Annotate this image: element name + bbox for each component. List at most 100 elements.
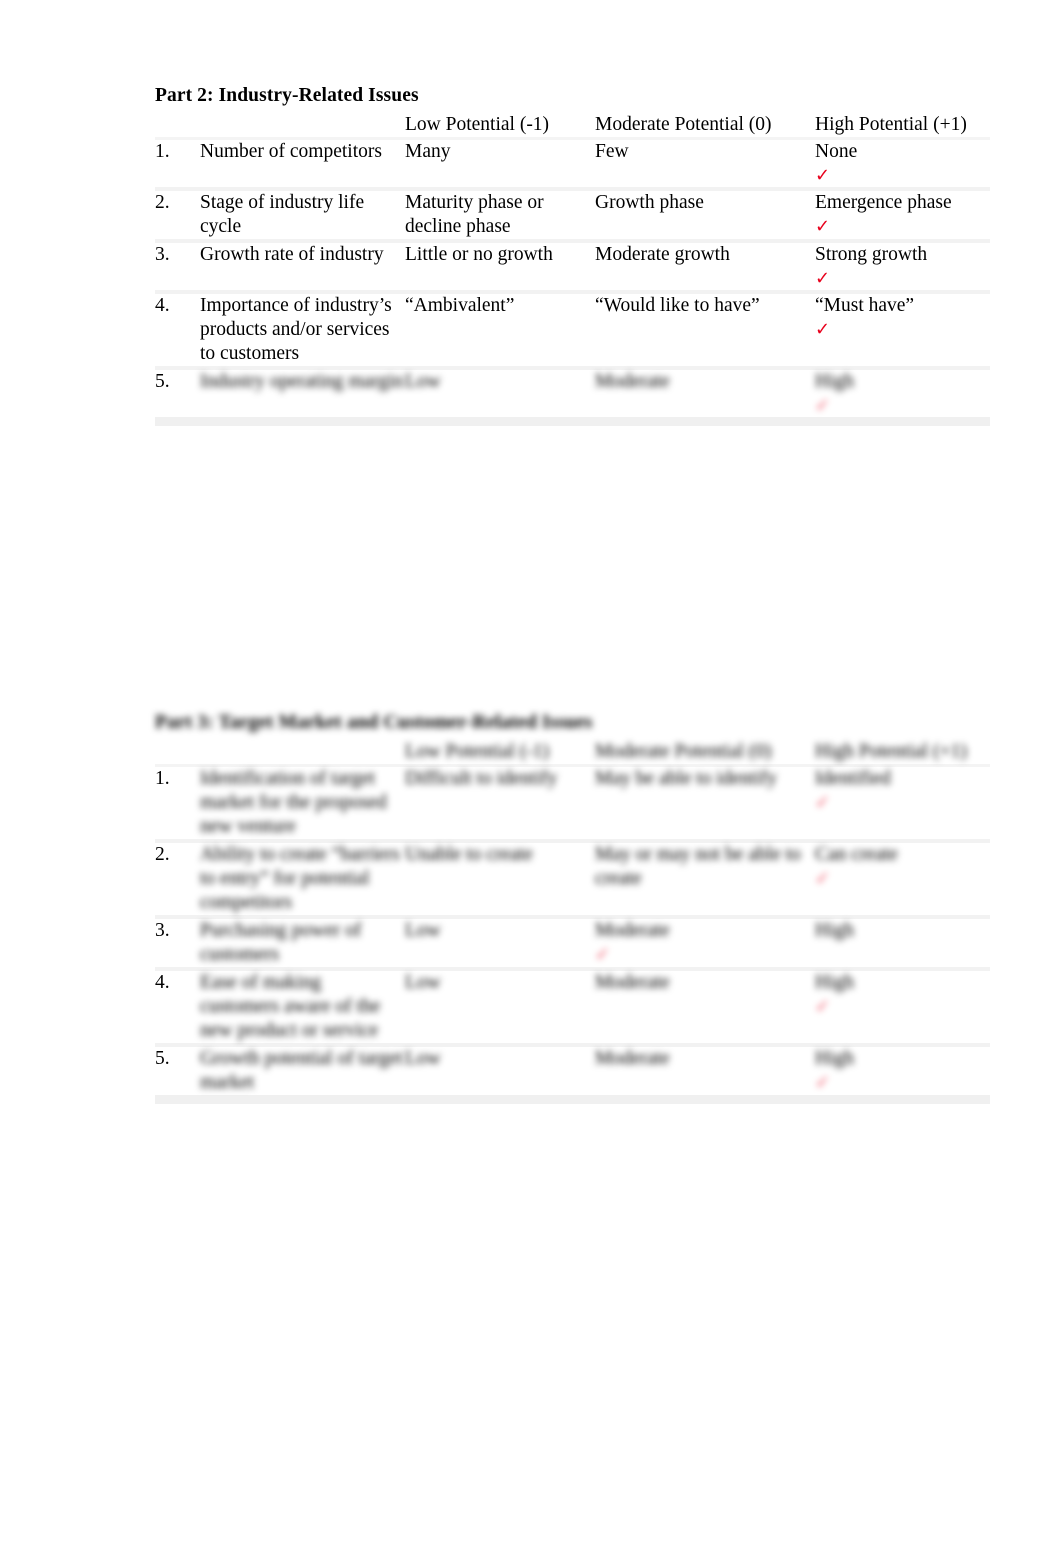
- cell-low-potential-content: Unable to create: [405, 843, 595, 867]
- cell-moderate-potential-text: May be able to identify: [595, 768, 777, 789]
- row-number: 3.: [155, 919, 200, 967]
- section-industry-related-issues: Part 2: Industry-Related Issues Low Pote…: [155, 85, 990, 426]
- row-item-label: Purchasing power of customers: [200, 919, 405, 967]
- cell-high-potential: None ✓: [815, 140, 990, 187]
- row-item-label: Number of competitors: [200, 140, 405, 187]
- cell-high-potential-text: High: [815, 371, 854, 392]
- cell-low-potential: Many: [405, 140, 595, 187]
- checkmark-icon: ✓: [815, 996, 831, 1017]
- cell-high-potential-text: Identified: [815, 768, 891, 789]
- cell-moderate-potential-text: Moderate: [595, 920, 670, 941]
- row-number: 2.: [155, 191, 200, 239]
- column-header-moderate: Moderate Potential (0): [595, 114, 772, 135]
- row-item-label: Importance of industry’s products and/or…: [200, 294, 405, 366]
- cell-high-potential-text: Emergence phase: [815, 192, 952, 213]
- row-item-label-content: Importance of industry’s products and/or…: [200, 294, 405, 366]
- cell-high-potential: Identified ✓: [815, 767, 990, 839]
- cell-moderate-potential-content: “Would like to have”: [595, 294, 815, 318]
- cell-moderate-potential: Moderate ✓: [595, 919, 815, 967]
- cell-high-potential-text: High: [815, 920, 854, 941]
- column-header-moderate: Moderate Potential (0): [595, 741, 772, 762]
- cell-low-potential-text: Maturity phase or decline phase: [405, 192, 544, 237]
- column-header-number: [155, 113, 200, 137]
- cell-moderate-potential: Moderate: [595, 971, 815, 1043]
- cell-high-potential: Emergence phase ✓: [815, 191, 990, 239]
- checkmark-icon: ✓: [815, 868, 831, 889]
- row-item-label-content: Ease of making customers aware of the ne…: [200, 971, 405, 1043]
- row-number: 4.: [155, 294, 200, 366]
- column-header-high: High Potential (+1): [815, 114, 967, 135]
- cell-high-potential-text: None: [815, 141, 858, 162]
- cell-high-potential-text: High: [815, 972, 854, 993]
- row-number-text: 4.: [155, 972, 170, 993]
- row-item-label-text: Importance of industry’s products and/or…: [200, 295, 392, 364]
- cell-high-potential-content: Identified ✓: [815, 767, 990, 814]
- rule-cell: [200, 417, 405, 426]
- cell-low-potential-text: “Ambivalent”: [405, 295, 515, 316]
- checkmark-icon: ✓: [815, 216, 831, 237]
- table-row: 1. Identification of target market for th…: [155, 767, 990, 839]
- rule-cell: [595, 1095, 815, 1104]
- cell-low-potential-text: Difficult to identify: [405, 768, 558, 789]
- row-number-text: 1.: [155, 141, 170, 162]
- industry-issues-table: Low Potential (-1) Moderate Potential (0)…: [155, 113, 990, 426]
- table-row: 5. Growth potential of target market Low Mo…: [155, 1047, 990, 1095]
- cell-low-potential: Unable to create: [405, 843, 595, 915]
- row-number-text: 2.: [155, 844, 170, 865]
- cell-high-potential-content: High ✓: [815, 370, 990, 417]
- cell-moderate-potential: Few: [595, 140, 815, 187]
- row-number: 2.: [155, 843, 200, 915]
- cell-low-potential-content: Difficult to identify: [405, 767, 595, 791]
- cell-high-potential: Can create ✓: [815, 843, 990, 915]
- cell-high-potential-content: None ✓: [815, 140, 990, 187]
- cell-moderate-potential: May be able to identify: [595, 767, 815, 839]
- cell-low-potential-text: Low: [405, 1048, 441, 1069]
- table-row: 1. Number of competitors Many Few None ✓: [155, 140, 990, 187]
- table-bottom-rule: [155, 417, 990, 426]
- table-row: 3. Purchasing power of customers Low Modera…: [155, 919, 990, 967]
- row-item-label-text: Number of competitors: [200, 141, 382, 162]
- cell-low-potential-content: Low: [405, 971, 595, 995]
- column-header-item: [200, 740, 405, 764]
- checkmark-icon: ✓: [815, 319, 831, 340]
- cell-moderate-potential-content: Moderate: [595, 370, 815, 394]
- row-number-text: 5.: [155, 371, 170, 392]
- cell-high-potential-content: Emergence phase ✓: [815, 191, 990, 238]
- row-item-label: Identification of target market for the …: [200, 767, 405, 839]
- cell-high-potential-content: Strong growth ✓: [815, 243, 990, 290]
- cell-low-potential-text: Unable to create: [405, 844, 533, 865]
- cell-high-potential: High: [815, 919, 990, 967]
- cell-low-potential-text: Low: [405, 371, 441, 392]
- cell-moderate-potential: “Would like to have”: [595, 294, 815, 366]
- checkmark-icon: ✓: [815, 268, 831, 289]
- cell-high-potential-text: Strong growth: [815, 244, 928, 265]
- column-header-low: Low Potential (-1): [405, 741, 550, 762]
- row-number-text: 3.: [155, 244, 170, 265]
- cell-moderate-potential-text: May or may not be able to create: [595, 844, 801, 889]
- checkmark-icon: ✓: [815, 395, 831, 416]
- row-item-label-text: Ability to create “barriers to entry” fo…: [200, 844, 400, 913]
- cell-high-potential-content: “Must have” ✓: [815, 294, 990, 341]
- row-number: 3.: [155, 243, 200, 290]
- row-item-label-text: Purchasing power of customers: [200, 920, 362, 965]
- cell-low-potential-content: Low: [405, 370, 595, 394]
- cell-high-potential-content: High ✓: [815, 1047, 990, 1094]
- row-item-label-text: Identification of target market for the …: [200, 768, 387, 837]
- row-number-text: 3.: [155, 920, 170, 941]
- row-number-text: 4.: [155, 295, 170, 316]
- cell-low-potential-content: Maturity phase or decline phase: [405, 191, 595, 239]
- rule-cell: [155, 417, 200, 426]
- cell-high-potential: Strong growth ✓: [815, 243, 990, 290]
- row-item-label-text: Ease of making customers aware of the ne…: [200, 972, 381, 1041]
- cell-high-potential-content: High ✓: [815, 971, 990, 1018]
- checkmark-icon: ✓: [595, 944, 611, 965]
- table-row: 2. Stage of industry life cycle Maturity p…: [155, 191, 990, 239]
- section-2-title: Part 3: Target Market and Customer-Relat…: [155, 712, 593, 733]
- cell-moderate-potential: May or may not be able to create: [595, 843, 815, 915]
- section-1-title: Part 2: Industry-Related Issues: [155, 85, 419, 106]
- cell-moderate-potential-content: Few: [595, 140, 815, 164]
- cell-high-potential: “Must have” ✓: [815, 294, 990, 366]
- cell-low-potential-content: Little or no growth: [405, 243, 595, 267]
- cell-moderate-potential: Growth phase: [595, 191, 815, 239]
- table-header-row: Low Potential (-1) Moderate Potential (0)…: [155, 740, 990, 764]
